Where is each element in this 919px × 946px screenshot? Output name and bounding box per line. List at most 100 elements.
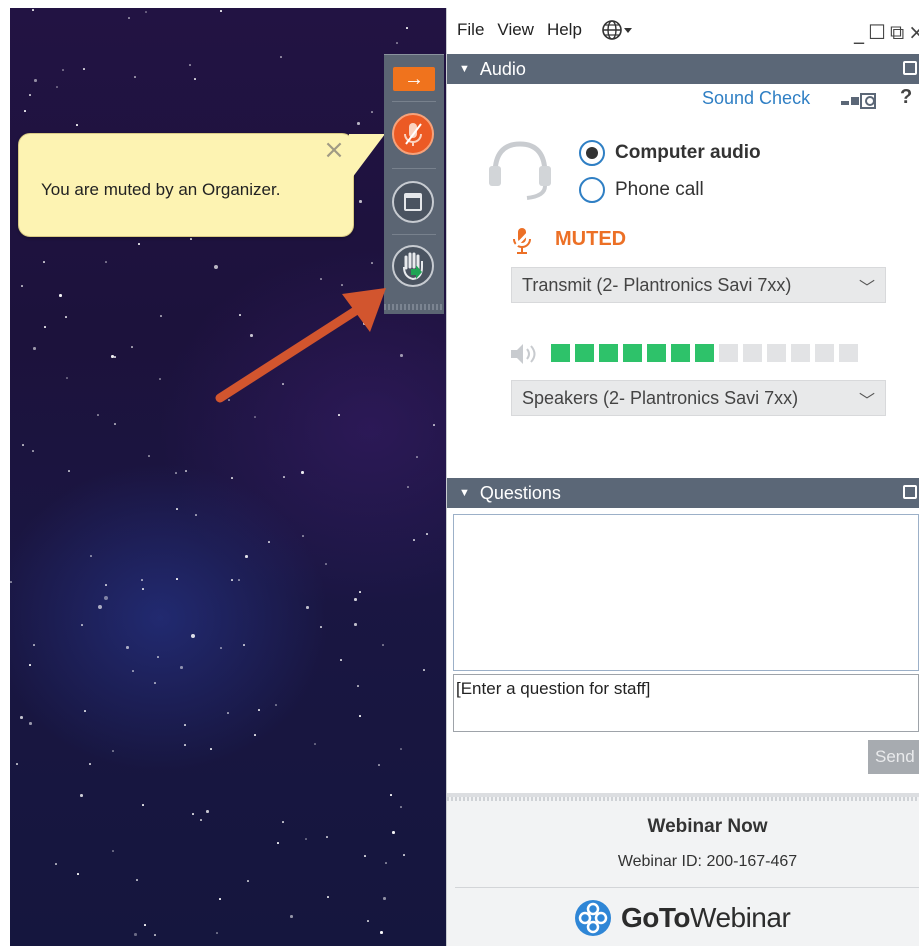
star — [195, 514, 197, 516]
audio-section-header[interactable]: ▼ Audio — [447, 54, 919, 84]
star — [180, 666, 183, 669]
menu-file[interactable]: File — [457, 20, 484, 40]
star — [305, 838, 307, 840]
computer-audio-radio[interactable] — [579, 140, 605, 166]
level-segment — [815, 344, 834, 362]
star — [104, 596, 108, 600]
menu-view[interactable]: View — [497, 20, 534, 40]
questions-log[interactable] — [453, 514, 919, 671]
speaker-device-select[interactable]: Speakers (2- Plantronics Savi 7xx) ﹀ — [511, 380, 886, 416]
star — [77, 873, 79, 875]
window-icon[interactable] — [392, 181, 434, 223]
questions-section-header[interactable]: ▼ Questions — [447, 478, 919, 508]
star — [354, 598, 357, 601]
level-segment — [719, 344, 738, 362]
star — [280, 56, 282, 58]
star — [142, 804, 144, 806]
window-controls: _ ☐ ⧉ × — [854, 20, 919, 44]
microphone-muted-icon[interactable] — [392, 113, 434, 155]
window-glyph — [404, 193, 422, 211]
star — [423, 669, 425, 671]
menu-help[interactable]: Help — [547, 20, 582, 40]
star — [433, 424, 435, 426]
star — [354, 623, 357, 626]
question-input[interactable]: [Enter a question for staff] — [453, 674, 919, 732]
star — [141, 579, 143, 581]
resize-strip[interactable] — [447, 797, 919, 801]
popout-icon[interactable] — [903, 485, 917, 499]
star — [29, 722, 32, 725]
level-segment — [791, 344, 810, 362]
star — [282, 821, 284, 823]
notification-tail — [349, 134, 385, 182]
annotation-arrow — [215, 288, 386, 403]
phone-call-option[interactable]: Phone call — [579, 177, 704, 203]
maximize-button[interactable]: ☐ — [868, 20, 886, 44]
help-icon[interactable]: ? — [900, 86, 912, 109]
mute-status: MUTED — [555, 228, 627, 250]
audio-section-title: Audio — [479, 58, 526, 79]
language-menu[interactable] — [601, 19, 633, 41]
globe-icon — [602, 20, 622, 40]
star — [306, 606, 309, 609]
tab-divider — [392, 168, 436, 169]
star — [114, 423, 116, 425]
collapse-symbol: → — [404, 68, 424, 90]
popout-icon[interactable] — [903, 61, 917, 75]
star — [277, 842, 279, 844]
minimize-button[interactable]: _ — [854, 20, 864, 44]
star — [378, 764, 380, 766]
collapse-arrow-icon[interactable]: → — [393, 67, 435, 91]
star — [136, 879, 138, 881]
star — [56, 86, 58, 88]
star — [144, 924, 146, 926]
webinar-info-footer: Webinar Now Webinar ID: 200-167-467 GoTo… — [447, 793, 919, 946]
close-icon[interactable]: × — [323, 137, 345, 163]
star — [314, 743, 316, 745]
phone-call-radio[interactable] — [579, 177, 605, 203]
star — [371, 262, 373, 264]
star — [176, 508, 178, 510]
star — [283, 476, 285, 478]
level-segment — [743, 344, 762, 362]
star — [65, 316, 67, 318]
transmit-device-value: Transmit (2- Plantronics Savi 7xx) — [522, 274, 792, 295]
star — [392, 831, 395, 834]
star — [327, 896, 329, 898]
star — [62, 69, 64, 71]
star — [128, 17, 130, 19]
star — [340, 659, 342, 661]
star — [380, 931, 383, 934]
level-segment — [839, 344, 858, 362]
star — [403, 854, 405, 856]
star — [210, 748, 212, 750]
star — [22, 444, 24, 446]
star — [359, 591, 361, 593]
star — [105, 261, 107, 263]
star — [24, 110, 26, 112]
star — [132, 670, 134, 672]
audio-settings-icon[interactable] — [839, 91, 885, 113]
star — [413, 539, 415, 541]
level-segment — [599, 344, 618, 362]
star — [90, 555, 92, 557]
star — [191, 634, 195, 638]
send-button[interactable]: Send — [868, 740, 919, 774]
star — [112, 750, 114, 752]
collapse-triangle-icon: ▼ — [459, 63, 470, 75]
star — [89, 763, 91, 765]
notification-message: You are muted by an Organizer. — [41, 180, 281, 199]
star — [184, 724, 186, 726]
star — [55, 863, 57, 865]
star — [83, 68, 85, 70]
close-button[interactable]: × — [908, 20, 919, 44]
restore-button[interactable]: ⧉ — [890, 20, 904, 44]
computer-audio-option[interactable]: Computer audio — [579, 140, 761, 166]
star — [154, 934, 156, 936]
transmit-device-select[interactable]: Transmit (2- Plantronics Savi 7xx) ﹀ — [511, 267, 886, 303]
sound-check-link[interactable]: Sound Check — [702, 88, 810, 109]
star — [214, 265, 218, 269]
webinar-title: Webinar Now — [647, 816, 768, 837]
level-segment — [551, 344, 570, 362]
star — [290, 915, 293, 918]
